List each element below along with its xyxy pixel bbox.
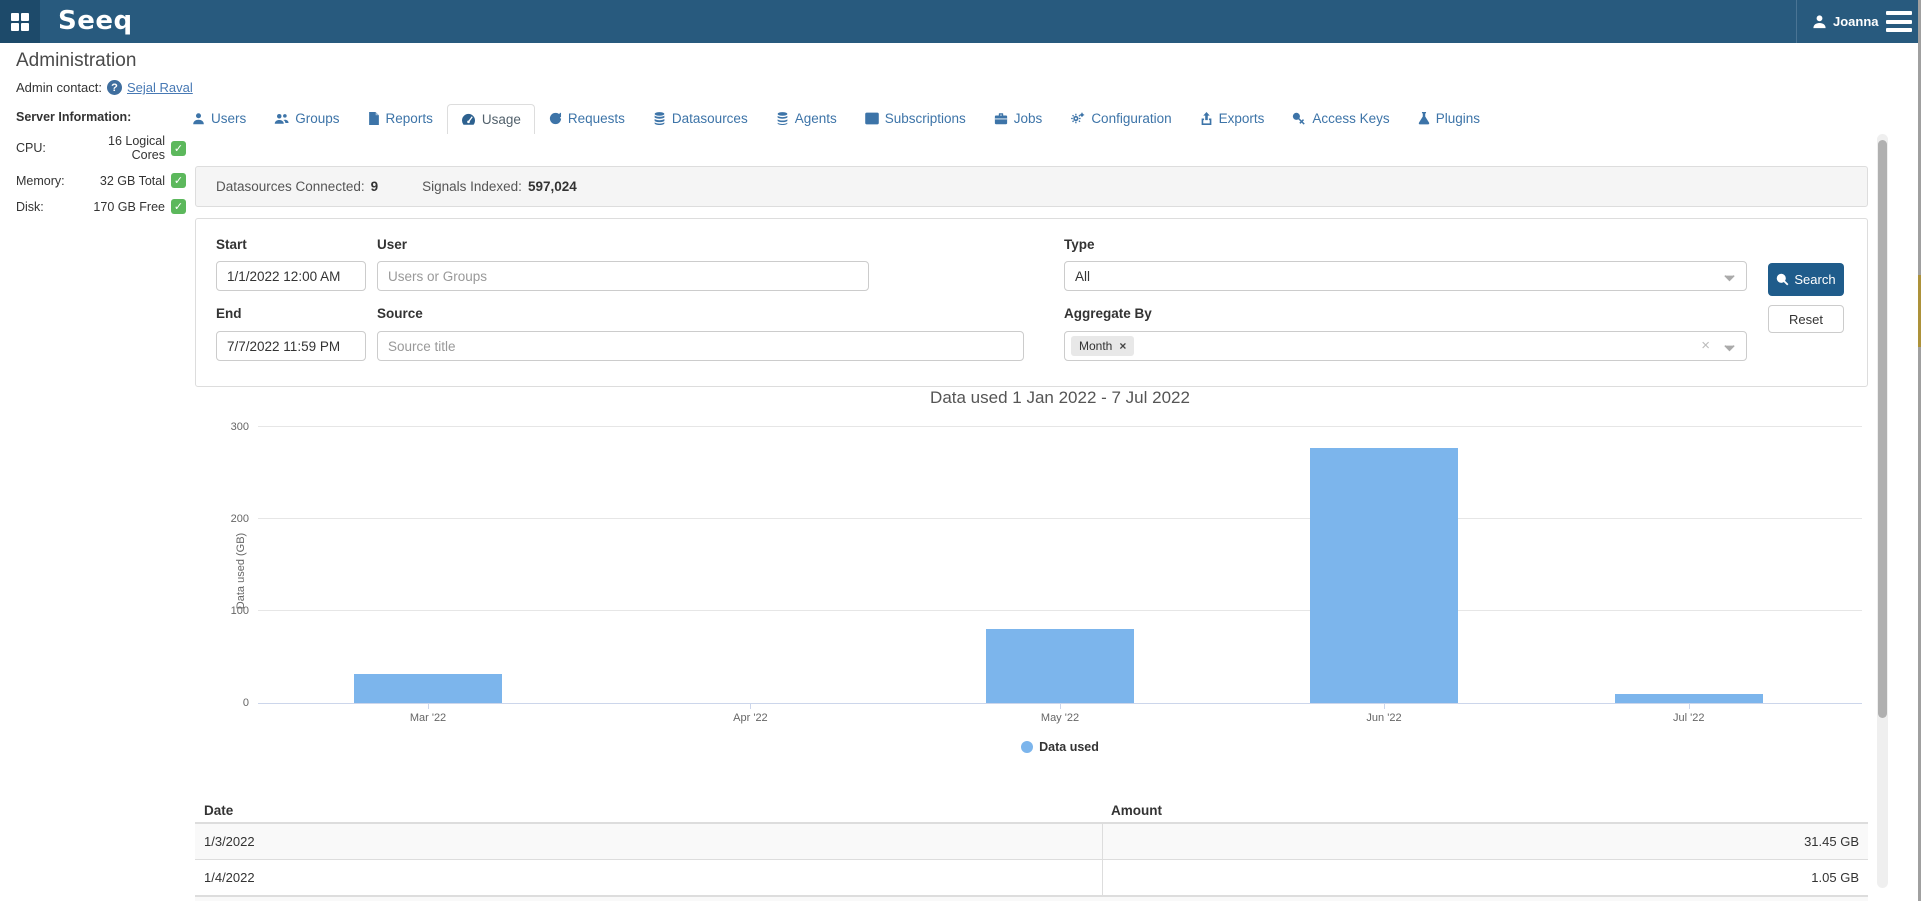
bar-may22[interactable] — [986, 629, 1134, 703]
server-info-disk: Disk: 170 GB Free ✓ — [16, 199, 186, 214]
x-tick-label: May '22 — [1041, 712, 1079, 724]
date-cell: 1/3/2022 — [195, 824, 1102, 859]
chevron-down-icon — [1723, 341, 1736, 354]
admin-contact-label: Admin contact: — [16, 80, 102, 95]
datasources-connected-stat: Datasources Connected: 9 — [216, 179, 378, 194]
main-content: Datasources Connected: 9 Signals Indexed… — [195, 0, 1868, 901]
x-tick — [1689, 703, 1690, 709]
window-edge-scrollbar[interactable] — [1918, 0, 1921, 901]
x-tick — [750, 703, 751, 709]
chevron-down-icon — [1723, 271, 1736, 284]
x-tick — [1060, 703, 1061, 709]
y-tick-label: 100 — [231, 605, 249, 617]
chart-legend: Data used — [258, 740, 1862, 754]
x-tick — [428, 703, 429, 709]
server-info-cpu: CPU: 16 Logical Cores ✓ — [16, 134, 186, 162]
date-column-header: Date — [195, 798, 1102, 822]
check-icon: ✓ — [171, 141, 186, 156]
table-row: 1/4/2022 1.05 GB — [195, 860, 1868, 896]
admin-contact: Admin contact: ? Sejal Raval — [16, 80, 193, 95]
stats-bar: Datasources Connected: 9 Signals Indexed… — [195, 166, 1868, 207]
user-label: User — [377, 237, 407, 252]
legend-item-data-used[interactable]: Data used — [1021, 740, 1099, 754]
aggregate-tag-month: Month × — [1071, 336, 1134, 356]
x-tick-label: Apr '22 — [733, 712, 768, 724]
type-selected-value: All — [1075, 269, 1090, 284]
datasources-connected-value: 9 — [371, 179, 379, 194]
usage-filter-panel: Start User Type All End Source Aggregate… — [195, 218, 1868, 387]
aggregate-by-label: Aggregate By — [1064, 306, 1152, 321]
chart-title: Data used 1 Jan 2022 - 7 Jul 2022 — [258, 388, 1862, 408]
end-date-input[interactable] — [216, 331, 366, 361]
start-label: Start — [216, 237, 247, 252]
usage-chart: Data used 1 Jan 2022 - 7 Jul 2022 Data u… — [195, 380, 1868, 770]
content-scrollbar-thumb[interactable] — [1878, 140, 1887, 718]
grid-icon — [11, 13, 29, 31]
source-input[interactable] — [377, 331, 1024, 361]
bar-jun22[interactable] — [1310, 448, 1458, 703]
y-tick-label: 0 — [243, 697, 249, 709]
type-label: Type — [1064, 237, 1095, 252]
y-tick-label: 300 — [231, 421, 249, 433]
amount-cell: 1.05 GB — [1102, 860, 1868, 895]
start-date-input[interactable] — [216, 261, 366, 291]
check-icon: ✓ — [171, 173, 186, 188]
check-icon: ✓ — [171, 199, 186, 214]
x-tick-label: Jun '22 — [1366, 712, 1401, 724]
x-tick-label: Mar '22 — [410, 712, 446, 724]
signals-indexed-stat: Signals Indexed: 597,024 — [422, 179, 577, 194]
hamburger-menu-icon[interactable] — [1886, 11, 1912, 32]
gridline — [258, 610, 1862, 611]
gridline — [258, 518, 1862, 519]
legend-marker-icon — [1021, 741, 1033, 753]
server-info-panel: Server Information: CPU: 16 Logical Core… — [16, 110, 186, 225]
end-label: End — [216, 306, 242, 321]
table-row: 1/3/2022 31.45 GB — [195, 824, 1868, 860]
date-cell: 1/4/2022 — [195, 860, 1102, 895]
page-title: Administration — [16, 50, 136, 72]
question-circle-icon: ? — [107, 80, 122, 95]
server-info-memory: Memory: 32 GB Total ✓ — [16, 173, 186, 188]
table-header-row: Date Amount — [195, 798, 1868, 824]
content-scrollbar-track[interactable] — [1877, 134, 1888, 888]
aggregate-by-multiselect[interactable]: Month × × — [1064, 331, 1747, 361]
app-grid-button[interactable] — [0, 0, 40, 43]
reset-button[interactable]: Reset — [1768, 305, 1844, 333]
user-input[interactable] — [377, 261, 869, 291]
gridline — [258, 426, 1862, 427]
amount-cell: 31.45 GB — [1102, 824, 1868, 859]
seeq-logo: Seeq — [58, 6, 133, 36]
remove-tag-icon[interactable]: × — [1119, 339, 1126, 353]
bar-mar22[interactable] — [354, 674, 502, 703]
type-select[interactable]: All — [1064, 261, 1747, 291]
x-tick-label: Jul '22 — [1673, 712, 1704, 724]
signals-indexed-value: 597,024 — [528, 179, 577, 194]
chart-plot: 0100200300Mar '22Apr '22May '22Jun '22Ju… — [258, 427, 1862, 703]
admin-contact-link[interactable]: Sejal Raval — [127, 80, 193, 95]
bar-jul22[interactable] — [1615, 694, 1763, 703]
scroll-annotation-marker — [1918, 275, 1921, 347]
source-label: Source — [377, 306, 423, 321]
table-row-partial — [195, 896, 1868, 901]
usage-table: Date Amount 1/3/2022 31.45 GB 1/4/2022 1… — [195, 798, 1868, 901]
x-tick — [1384, 703, 1385, 709]
clear-selection-icon[interactable]: × — [1701, 337, 1710, 354]
search-icon — [1776, 273, 1789, 286]
amount-column-header: Amount — [1102, 798, 1868, 822]
y-axis-title: Data used (GB) — [235, 533, 247, 609]
y-tick-label: 200 — [231, 513, 249, 525]
search-button[interactable]: Search — [1768, 263, 1844, 296]
server-info-heading: Server Information: — [16, 110, 186, 124]
